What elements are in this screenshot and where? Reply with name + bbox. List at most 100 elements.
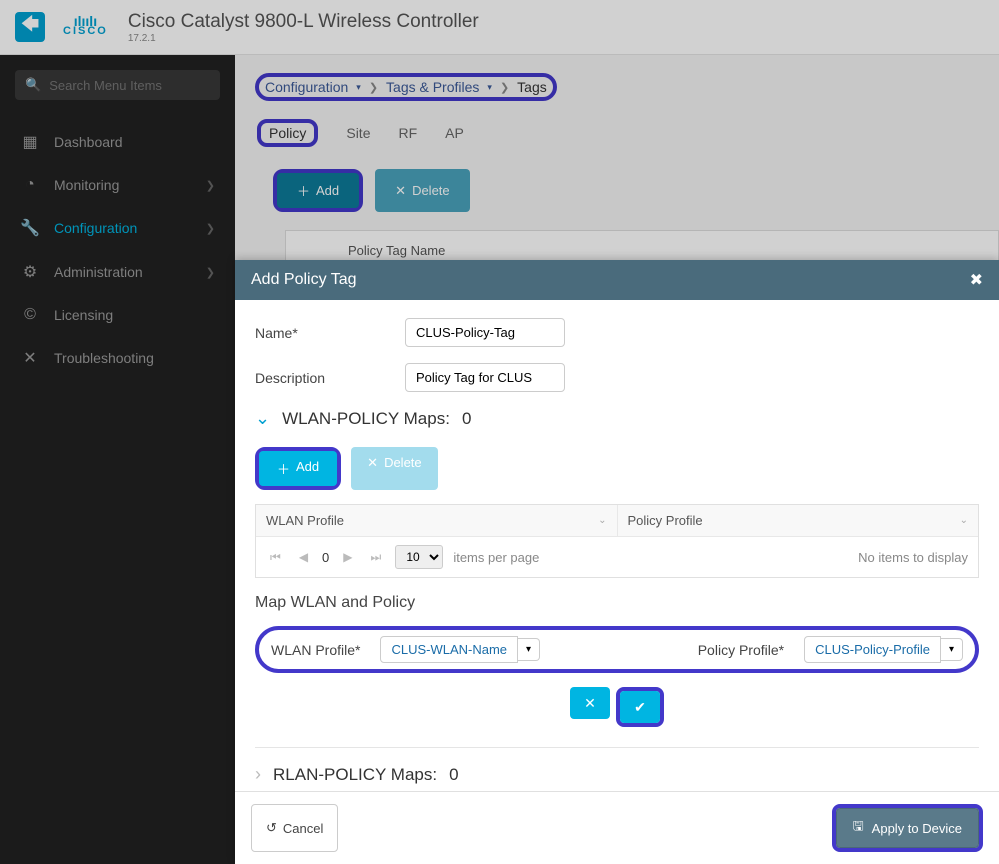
nav-dashboard[interactable]: ▦ Dashboard [0, 120, 235, 164]
version-label: 17.2.1 [128, 33, 479, 44]
monitoring-icon: ◔ [20, 176, 40, 194]
cancel-map-button[interactable]: ✕ [570, 687, 610, 719]
tab-ap[interactable]: AP [445, 119, 464, 147]
name-label: Name* [255, 325, 405, 341]
plus-icon: ＋ [297, 181, 310, 200]
current-page: 0 [322, 550, 329, 565]
chevron-right-icon: ❯ [206, 222, 215, 235]
add-map-button[interactable]: ＋ Add [259, 451, 337, 486]
breadcrumb: Configuration ▾ ❯ Tags & Profiles ▾ ❯ Ta… [255, 73, 557, 101]
cancel-button[interactable]: ↺ Cancel [251, 804, 338, 852]
prev-page-button[interactable]: ◀ [295, 550, 312, 564]
menu-search[interactable]: 🔍 [15, 70, 220, 100]
column-label: Policy Profile [628, 513, 703, 528]
search-input[interactable] [49, 78, 210, 93]
back-icon: 🡄 [21, 12, 40, 42]
chevron-down-icon: ▾ [356, 82, 361, 93]
column-policy-profile[interactable]: Policy Profile ⌄ [618, 505, 979, 536]
modal-header: Add Policy Tag ✖ [235, 260, 999, 300]
close-icon: ✕ [584, 695, 596, 711]
close-icon[interactable]: ✖ [970, 270, 983, 290]
apply-to-device-button[interactable]: 🖫 Apply to Device [836, 808, 979, 848]
save-icon: 🖫 [853, 817, 864, 839]
close-icon: ✕ [367, 455, 378, 482]
name-field[interactable] [405, 318, 565, 347]
breadcrumb-separator: ❯ [500, 81, 509, 94]
tab-rf[interactable]: RF [398, 119, 417, 147]
nav-label: Administration [54, 264, 143, 280]
button-label: Add [316, 183, 339, 198]
page-size-select[interactable]: 10 [395, 545, 443, 569]
map-wlan-policy-title: Map WLAN and Policy [255, 594, 979, 612]
nav-monitoring[interactable]: ◔ Monitoring ❯ [0, 164, 235, 206]
dashboard-icon: ▦ [20, 132, 40, 152]
last-page-button[interactable]: ⏭ [367, 550, 386, 565]
tab-policy[interactable]: Policy [257, 119, 318, 147]
section-count: 0 [449, 765, 458, 785]
page-title: Cisco Catalyst 9800-L Wireless Controlle… [128, 11, 479, 33]
app-header: 🡄 CISCO Cisco Catalyst 9800-L Wireless C… [0, 0, 999, 55]
chevron-right-icon: ❯ [206, 179, 215, 192]
add-policy-tag-button[interactable]: ＋ Add [277, 173, 359, 208]
delete-map-button[interactable]: ✕ Delete [351, 447, 437, 490]
wlan-profile-select[interactable]: CLUS-WLAN-Name ▾ [380, 636, 540, 663]
confirm-map-button[interactable]: ✔ [620, 691, 660, 723]
column-policy-tag-name[interactable]: Policy Tag Name [348, 243, 445, 258]
breadcrumb-link[interactable]: Configuration [265, 79, 348, 95]
chevron-right-icon: ❯ [206, 266, 215, 279]
close-icon: ✕ [395, 183, 406, 199]
description-label: Description [255, 370, 405, 386]
undo-icon: ↺ [266, 820, 277, 836]
chevron-down-icon: ▾ [487, 82, 492, 93]
configuration-icon: 🔧 [20, 218, 40, 238]
nav-label: Troubleshooting [54, 350, 154, 366]
troubleshooting-icon: ✕ [20, 348, 40, 368]
nav-label: Configuration [54, 220, 137, 236]
chevron-down-icon: ⌄ [255, 408, 270, 429]
nav-label: Dashboard [54, 134, 123, 150]
next-page-button[interactable]: ▶ [339, 550, 356, 564]
section-count: 0 [462, 409, 471, 429]
check-icon: ✔ [634, 699, 646, 715]
chevron-down-icon: ▾ [518, 638, 540, 661]
button-label: Delete [384, 455, 422, 482]
tab-bar: Policy Site RF AP [255, 119, 999, 147]
breadcrumb-link[interactable]: Tags & Profiles [386, 79, 479, 95]
modal-footer: ↺ Cancel 🖫 Apply to Device [235, 791, 999, 864]
first-page-button[interactable]: ⏮ [266, 550, 285, 565]
button-label: Apply to Device [872, 821, 962, 836]
table-pager: ⏮ ◀ 0 ▶ ⏭ 10 items per page No items to … [256, 536, 978, 577]
button-label: Cancel [283, 821, 323, 836]
delete-policy-tag-button[interactable]: ✕ Delete [375, 169, 469, 212]
nav-label: Monitoring [54, 177, 119, 193]
rlan-policy-maps-section[interactable]: › RLAN-POLICY Maps: 0 [255, 764, 979, 785]
column-label: WLAN Profile [266, 513, 344, 528]
map-wlan-policy-row: WLAN Profile* CLUS-WLAN-Name ▾ Policy Pr… [255, 626, 979, 673]
button-label: Delete [412, 183, 450, 198]
nav-administration[interactable]: ⚙ Administration ❯ [0, 250, 235, 294]
description-field[interactable] [405, 363, 565, 392]
empty-message: No items to display [858, 550, 968, 565]
breadcrumb-separator: ❯ [369, 81, 378, 94]
policy-profile-value: CLUS-Policy-Profile [804, 636, 941, 663]
button-label: Add [296, 459, 319, 478]
column-wlan-profile[interactable]: WLAN Profile ⌄ [256, 505, 618, 536]
nav-configuration[interactable]: 🔧 Configuration ❯ [0, 206, 235, 250]
wlan-policy-maps-section[interactable]: ⌄ WLAN-POLICY Maps: 0 [255, 408, 979, 429]
chevron-down-icon: ▾ [941, 638, 963, 661]
policy-profile-select[interactable]: CLUS-Policy-Profile ▾ [804, 636, 963, 663]
breadcrumb-current: Tags [517, 79, 547, 95]
wlan-profile-value: CLUS-WLAN-Name [380, 636, 518, 663]
back-button[interactable]: 🡄 [15, 12, 45, 42]
nav-troubleshooting[interactable]: ✕ Troubleshooting [0, 336, 235, 380]
policy-profile-label: Policy Profile* [698, 642, 784, 658]
nav-licensing[interactable]: © Licensing [0, 294, 235, 336]
section-label: RLAN-POLICY Maps: [273, 765, 437, 785]
cisco-logo: CISCO [63, 17, 108, 37]
modal-title: Add Policy Tag [251, 271, 357, 289]
wlan-policy-map-table: WLAN Profile ⌄ Policy Profile ⌄ ⏮ ◀ 0 ▶ … [255, 504, 979, 578]
administration-icon: ⚙ [20, 262, 40, 282]
tab-site[interactable]: Site [346, 119, 370, 147]
sidebar: 🔍 ▦ Dashboard ◔ Monitoring ❯ 🔧 Configura… [0, 55, 235, 864]
add-policy-tag-modal: Add Policy Tag ✖ Name* Description ⌄ WLA… [235, 260, 999, 864]
